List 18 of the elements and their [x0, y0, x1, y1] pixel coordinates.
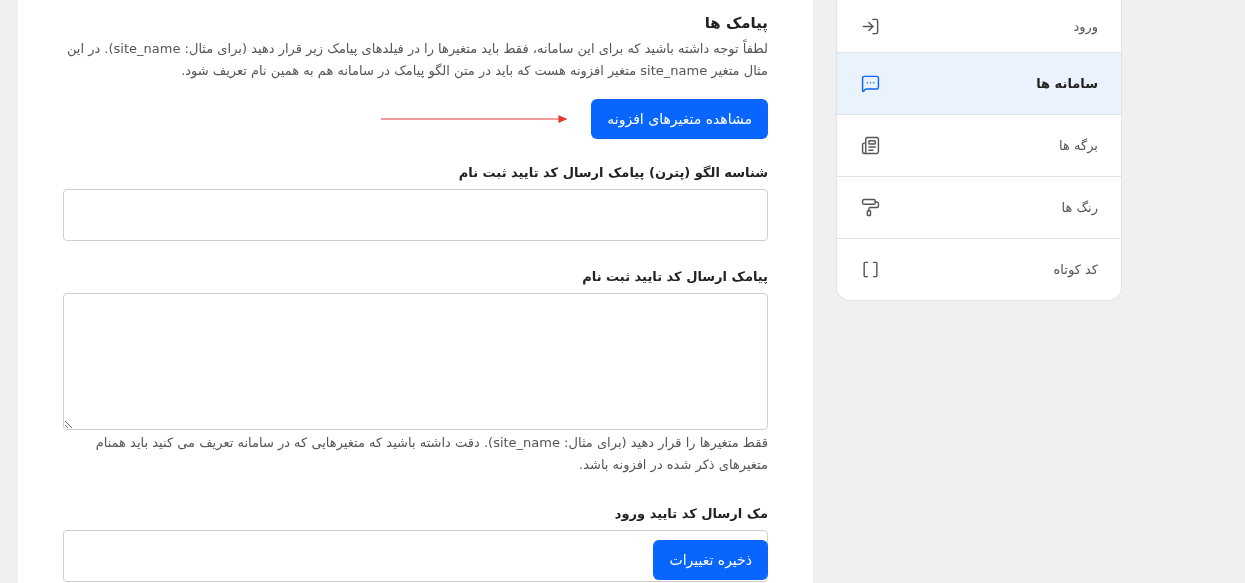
save-button[interactable]: ذخیره تغییرات — [653, 540, 768, 580]
help-text: ققط متغیرها را قرار دهید (برای مثال: site_name). دقت داشته باشید که متغیرهایی که در سامانه تعریف می کنید باید همنام متغیرهای ذکر شده در افزونه باشد. — [94, 434, 768, 475]
section-title: پیامک ها — [703, 14, 768, 32]
roller-icon — [861, 198, 880, 217]
intro-text: لطفاً توجه داشته باشید که برای این سامانه، فقط باید متغیرها را در فیلدهای پیامک زیر قرار دهید (برای مثال: site_name). در این مثال متغیر site_name متغیر افزونه هست که باید در متن الگو پیامک در سامانه هم به همین نام تعریف شود. — [65, 38, 768, 81]
textarea-field[interactable] — [63, 293, 768, 430]
variables-button[interactable]: مشاهده متغیرهای افزونه — [591, 99, 768, 139]
login-icon — [861, 16, 880, 36]
brackets-icon — [861, 260, 880, 279]
field-label: شناسه الگو (پترن) پیامک ارسال کد تایید ثبت نام — [457, 165, 768, 180]
field-label: پیامک ارسال کد تایید ثبت نام — [581, 269, 768, 284]
input-field[interactable] — [63, 189, 768, 241]
message-icon — [861, 74, 880, 93]
sidebar-item[interactable]: سامانه ها — [837, 52, 1121, 114]
arrow-icon — [381, 115, 568, 123]
sidebar-item[interactable]: کد کوتاه — [837, 238, 1121, 300]
page-icon — [861, 136, 880, 155]
field-label: مک ارسال کد تایید ورود — [613, 506, 768, 521]
